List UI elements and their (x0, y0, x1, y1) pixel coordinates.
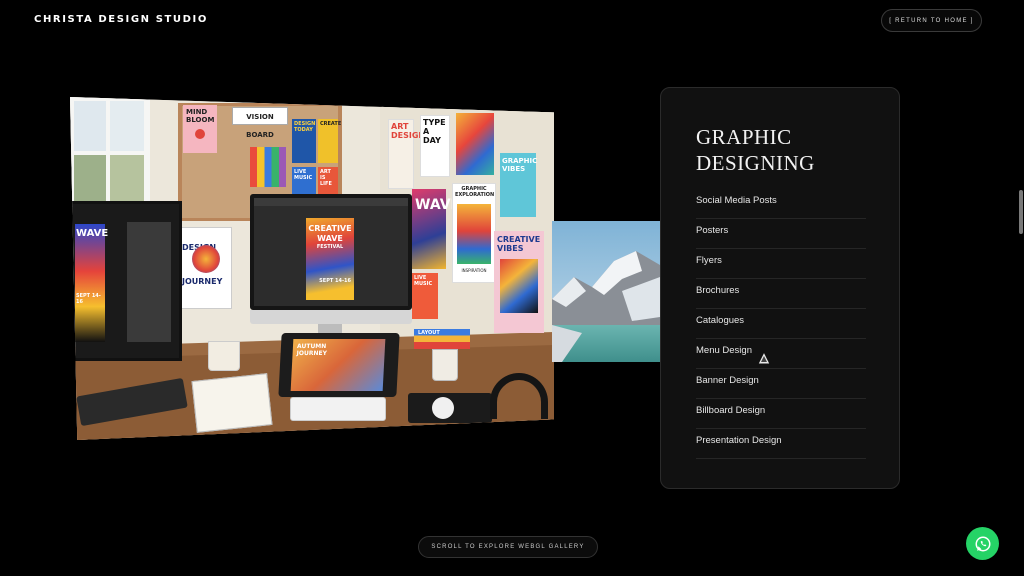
monitor-poster: WAVE SEPT 14-16 (75, 224, 109, 342)
monitor-poster: CREATIVE WAVE FESTIVAL SEPT 14-16 (306, 218, 354, 300)
poster: LIVE MUSIC (412, 273, 438, 319)
poster-label: DESIGN TODAY (294, 121, 316, 133)
white-keyboard (290, 397, 386, 421)
poster-label: GRAPHIC EXPLORATION (455, 186, 495, 198)
poster-label: CREATE (320, 121, 342, 127)
service-item-brochures[interactable]: Brochures (696, 279, 866, 309)
poster-label: TYPE A DAY (423, 118, 446, 145)
poster: WAVE (412, 189, 461, 269)
poster-label: ART IS LIFE (320, 169, 332, 187)
services-list: Social Media Posts Posters Flyers Brochu… (696, 189, 866, 459)
poster: CREATIVE VIBES (494, 231, 544, 333)
poster-label: MIND BLOOM (186, 108, 215, 124)
poster-label: AUTUMN JOURNEY (296, 343, 328, 357)
abstract-poster (456, 113, 494, 175)
poster-art (192, 245, 220, 273)
color-swatch-card (250, 147, 286, 187)
service-item-social-media-posts[interactable]: Social Media Posts (696, 189, 866, 219)
custom-cursor-icon (757, 351, 771, 365)
poster: DESIGN TODAY (292, 119, 316, 163)
whatsapp-icon (975, 536, 990, 551)
poster-label: LIVE MUSIC (414, 275, 433, 287)
drawing-tablet: AUTUMN JOURNEY (278, 333, 400, 397)
poster: ART DESIGN (388, 119, 426, 189)
poster-label: SEPT 14-16 (319, 278, 351, 284)
coffee-mug (432, 349, 458, 381)
book-stack: LAYOUT (414, 329, 470, 349)
service-item-billboard-design[interactable]: Billboard Design (696, 399, 866, 429)
left-monitor: WAVE SEPT 14-16 (70, 201, 182, 361)
service-item-flyers[interactable]: Flyers (696, 249, 866, 279)
poster: VISION BOARD (232, 107, 288, 139)
poster: GRAPHIC VIBES (500, 153, 538, 217)
poster: CREATE (318, 119, 342, 163)
poster-label: WAVE (415, 197, 461, 213)
editor-panel (127, 222, 171, 342)
service-item-banner-design[interactable]: Banner Design (696, 369, 866, 399)
book-label: LAYOUT (418, 330, 440, 336)
poster-label: LIVE MUSIC (294, 169, 313, 181)
poster-label: CREATIVE VIBES (497, 235, 541, 253)
poster-label: GRAPHIC VIBES (502, 157, 538, 173)
poster-label: VISION BOARD (246, 113, 274, 139)
mountain-landscape-image (552, 221, 660, 362)
poster: MIND BLOOM (183, 105, 217, 153)
whatsapp-button[interactable] (966, 527, 999, 560)
main-monitor: CREATIVE WAVE FESTIVAL SEPT 14-16 (250, 194, 412, 310)
brand-logo[interactable]: CHRISTA DESIGN STUDIO (34, 14, 208, 25)
scrollbar-thumb[interactable] (1019, 190, 1023, 234)
card-title: GRAPHIC DESIGNING (696, 125, 815, 175)
tablet-screen: AUTUMN JOURNEY (290, 339, 386, 391)
poster-label: CREATIVE WAVE (308, 224, 352, 243)
pen-cup (208, 341, 240, 371)
poster-label: ART DESIGN (391, 122, 426, 140)
service-item-catalogues[interactable]: Catalogues (696, 309, 866, 339)
monitor-chin (250, 310, 412, 324)
poster-label: WAVE (76, 228, 109, 239)
poster-label: SEPT 14-16 (76, 293, 101, 305)
scroll-hint-button[interactable]: SCROLL TO EXPLORE WEBGL GALLERY (418, 536, 598, 558)
mouse (432, 397, 454, 419)
poster: TYPE A DAY (420, 115, 450, 177)
service-card: GRAPHIC DESIGNING Social Media Posts Pos… (660, 87, 900, 489)
service-item-menu-design[interactable]: Menu Design (696, 339, 866, 369)
flower-shape (195, 129, 205, 139)
poster-art (500, 259, 538, 313)
return-home-button[interactable]: [ RETURN TO HOME ] (881, 9, 982, 32)
poster-art (457, 204, 491, 264)
editor-toolbar (254, 198, 408, 206)
poster: GRAPHIC EXPLORATION INSPIRATION (452, 183, 496, 283)
poster: LIVE MUSIC (292, 167, 316, 195)
service-item-posters[interactable]: Posters (696, 219, 866, 249)
sketchbook (191, 373, 273, 433)
studio-workspace-image: MIND BLOOM VISION BOARD DESIGN TODAY CRE… (70, 97, 554, 440)
poster-label: INSPIRATION (461, 268, 487, 273)
poster: ART IS LIFE (318, 167, 338, 195)
service-item-presentation-design[interactable]: Presentation Design (696, 429, 866, 459)
